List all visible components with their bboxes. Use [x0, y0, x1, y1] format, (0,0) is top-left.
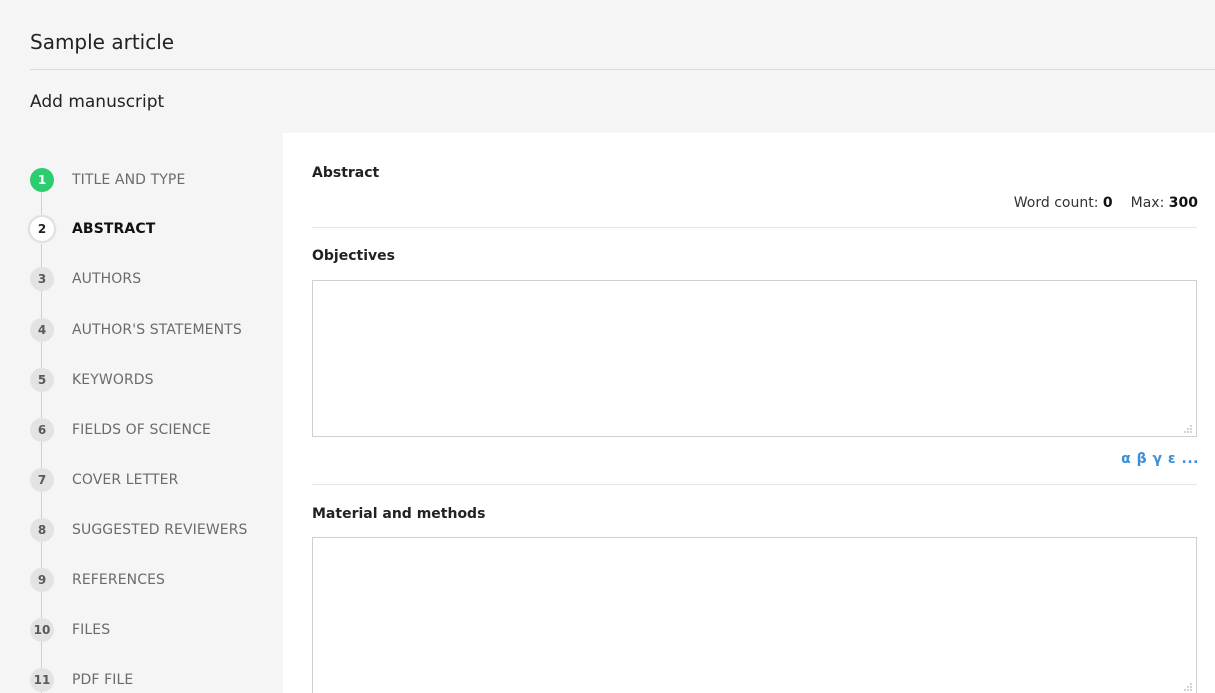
step-navigation: 1 TITLE AND TYPE 2 ABSTRACT 3 AUTHORS 4 …: [27, 155, 282, 693]
step-number-badge: 9: [30, 568, 54, 592]
step-suggested-reviewers[interactable]: 8 SUGGESTED REVIEWERS: [27, 515, 282, 545]
greek-symbols-link[interactable]: α β γ ε ...: [1121, 451, 1199, 467]
step-references[interactable]: 9 REFERENCES: [27, 565, 282, 595]
word-counter: Word count: 0 Max: 300: [1014, 195, 1198, 211]
step-cover-letter[interactable]: 7 COVER LETTER: [27, 465, 282, 495]
step-files[interactable]: 10 FILES: [27, 615, 282, 645]
abstract-form-panel: Abstract Word count: 0 Max: 300 Objective…: [283, 133, 1215, 693]
max-words-label: Max:: [1130, 195, 1165, 211]
step-label: COVER LETTER: [72, 472, 179, 488]
step-label: ABSTRACT: [72, 221, 156, 237]
step-keywords[interactable]: 5 KEYWORDS: [27, 365, 282, 395]
objectives-textarea[interactable]: [312, 280, 1197, 437]
resize-handle-icon[interactable]: [1183, 424, 1193, 434]
abstract-heading: Abstract: [312, 165, 380, 181]
step-abstract[interactable]: 2 ABSTRACT: [27, 214, 282, 244]
step-number-badge: 3: [30, 267, 54, 291]
max-words-value: 300: [1168, 195, 1198, 211]
step-label: REFERENCES: [72, 572, 166, 588]
step-fields-of-science[interactable]: 6 FIELDS OF SCIENCE: [27, 415, 282, 445]
step-number-badge: 10: [30, 618, 54, 642]
section-divider: [312, 484, 1197, 485]
step-label: PDF FILE: [72, 672, 134, 688]
header-divider: [30, 69, 1215, 70]
step-number-badge: 7: [30, 468, 54, 492]
page-title: Add manuscript: [30, 92, 165, 112]
step-number-badge: 4: [30, 318, 54, 342]
step-pdf-file[interactable]: 11 PDF FILE: [27, 665, 282, 693]
word-count-label: Word count:: [1013, 195, 1099, 211]
step-label: FILES: [72, 622, 111, 638]
word-count-value: 0: [1102, 195, 1113, 211]
objectives-label: Objectives: [312, 248, 395, 264]
step-label: AUTHORS: [72, 271, 142, 287]
step-label: TITLE AND TYPE: [72, 172, 186, 188]
step-label: AUTHOR'S STATEMENTS: [72, 322, 242, 338]
step-number-badge: 2: [28, 215, 56, 243]
step-number-badge: 1: [30, 168, 54, 192]
section-divider: [312, 227, 1197, 228]
step-label: FIELDS OF SCIENCE: [72, 422, 211, 438]
step-authors-statements[interactable]: 4 AUTHOR'S STATEMENTS: [27, 315, 282, 345]
step-number-badge: 6: [30, 418, 54, 442]
resize-handle-icon[interactable]: [1183, 682, 1193, 692]
step-label: SUGGESTED REVIEWERS: [72, 522, 248, 538]
page: Sample article Add manuscript 1 TITLE AN…: [0, 0, 1215, 693]
step-number-badge: 5: [30, 368, 54, 392]
step-number-badge: 11: [30, 668, 54, 692]
material-and-methods-label: Material and methods: [312, 506, 486, 522]
step-authors[interactable]: 3 AUTHORS: [27, 264, 282, 294]
step-title-and-type[interactable]: 1 TITLE AND TYPE: [27, 165, 282, 195]
step-number-badge: 8: [30, 518, 54, 542]
article-title: Sample article: [30, 30, 175, 54]
step-label: KEYWORDS: [72, 372, 154, 388]
material-and-methods-textarea[interactable]: [312, 537, 1197, 693]
